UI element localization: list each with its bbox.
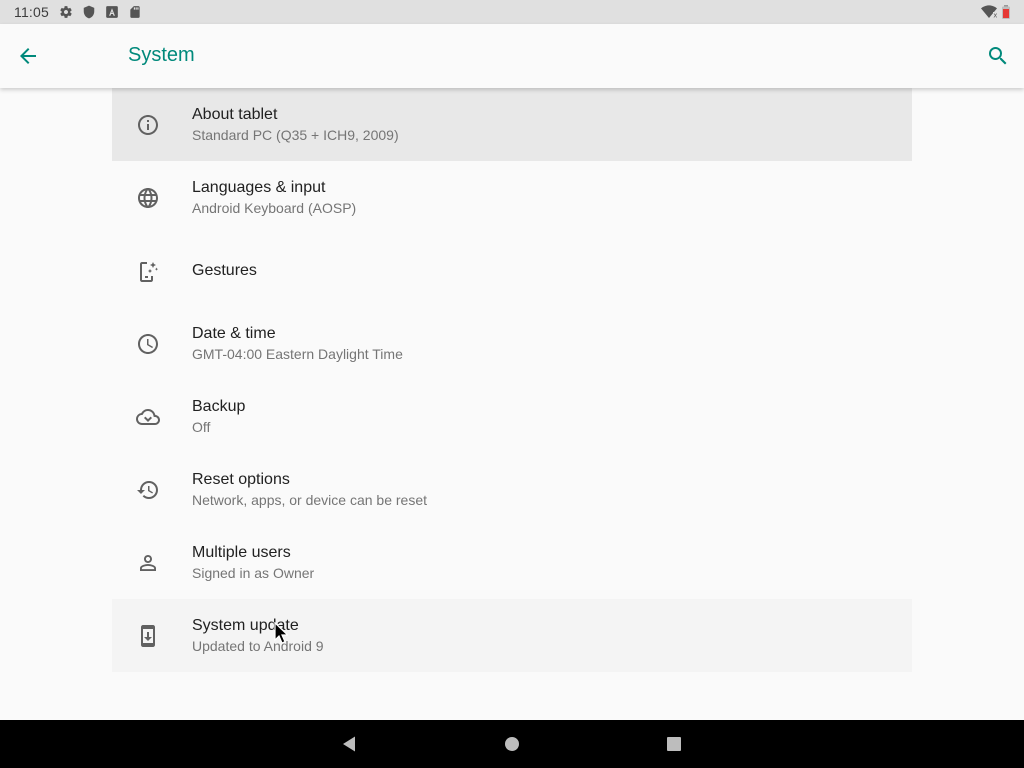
settings-item-text: Date & time GMT-04:00 Eastern Daylight T… (192, 324, 403, 364)
settings-item-gestures[interactable]: Gestures (112, 234, 912, 307)
settings-item-title: Date & time (192, 324, 276, 342)
settings-item-title: Backup (192, 397, 246, 415)
settings-item-summary: GMT-04:00 Eastern Daylight Time (192, 345, 403, 362)
search-button[interactable] (982, 40, 1014, 72)
settings-item-summary: Signed in as Owner (192, 564, 315, 581)
nav-recents-button[interactable] (662, 732, 686, 756)
navigation-bar (0, 720, 1024, 768)
navigate-up-button[interactable] (12, 40, 44, 72)
settings-item-text: Multiple users Signed in as Owner (192, 543, 314, 583)
settings-item-title: System update (192, 616, 299, 634)
settings-item-text: Gestures (192, 261, 257, 281)
settings-item-system-update[interactable]: System update Updated to Android 9 (112, 599, 912, 672)
settings-item-languages-input[interactable]: Languages & input Android Keyboard (AOSP… (112, 161, 912, 234)
status-notification-icons (59, 5, 142, 19)
settings-item-text: Languages & input Android Keyboard (AOSP… (192, 178, 356, 218)
gestures-icon (136, 259, 160, 283)
wifi-icon: x (981, 5, 997, 19)
nav-back-button[interactable] (337, 732, 361, 756)
gear-icon (60, 6, 72, 18)
mouse-pointer-icon (274, 622, 288, 644)
settings-item-backup[interactable]: Backup Off (112, 380, 912, 453)
search-icon (989, 47, 1007, 65)
sd-card-icon (130, 6, 140, 18)
nav-home-icon (505, 737, 519, 751)
settings-item-title: About tablet (192, 105, 278, 123)
a-letter-icon (106, 6, 118, 18)
clock-icon (136, 332, 160, 356)
settings-item-title: Reset options (192, 470, 290, 488)
settings-item-title: Languages & input (192, 178, 326, 196)
globe-icon (136, 186, 160, 210)
app-bar: System (0, 24, 1024, 88)
settings-item-summary: Standard PC (Q35 + ICH9, 2009) (192, 126, 399, 143)
shield-icon (83, 5, 95, 19)
settings-item-title: Multiple users (192, 543, 291, 561)
settings-list: About tablet Standard PC (Q35 + ICH9, 20… (112, 88, 912, 672)
reset-history-icon (136, 478, 160, 502)
nav-home-button[interactable] (500, 732, 524, 756)
status-bar: 11:05 x (0, 0, 1024, 24)
settings-item-about-tablet[interactable]: About tablet Standard PC (Q35 + ICH9, 20… (112, 88, 912, 161)
settings-item-date-time[interactable]: Date & time GMT-04:00 Eastern Daylight T… (112, 307, 912, 380)
status-system-icons: x (981, 5, 1010, 19)
system-update-icon (136, 624, 160, 648)
settings-item-summary: Android Keyboard (AOSP) (192, 199, 357, 216)
svg-text:x: x (993, 11, 997, 19)
settings-item-summary: Network, apps, or device can be reset (192, 491, 428, 508)
settings-item-title: Gestures (192, 261, 257, 279)
cloud-backup-icon (136, 405, 160, 429)
settings-item-text: Reset options Network, apps, or device c… (192, 470, 427, 510)
settings-item-summary: Off (192, 418, 211, 435)
settings-item-text: Backup Off (192, 397, 245, 437)
info-icon (136, 113, 160, 137)
settings-item-multiple-users[interactable]: Multiple users Signed in as Owner (112, 526, 912, 599)
page-title: System (128, 44, 195, 66)
settings-item-text: About tablet Standard PC (Q35 + ICH9, 20… (192, 105, 399, 145)
arrow-back-icon (20, 48, 36, 64)
settings-item-text: System update Updated to Android 9 (192, 616, 324, 656)
settings-item-summary: Updated to Android 9 (192, 637, 324, 654)
person-icon (136, 551, 160, 575)
settings-item-reset-options[interactable]: Reset options Network, apps, or device c… (112, 453, 912, 526)
status-time: 11:05 (14, 4, 49, 20)
battery-icon (1002, 5, 1010, 19)
nav-back-icon (343, 736, 355, 752)
nav-recents-icon (667, 737, 681, 751)
